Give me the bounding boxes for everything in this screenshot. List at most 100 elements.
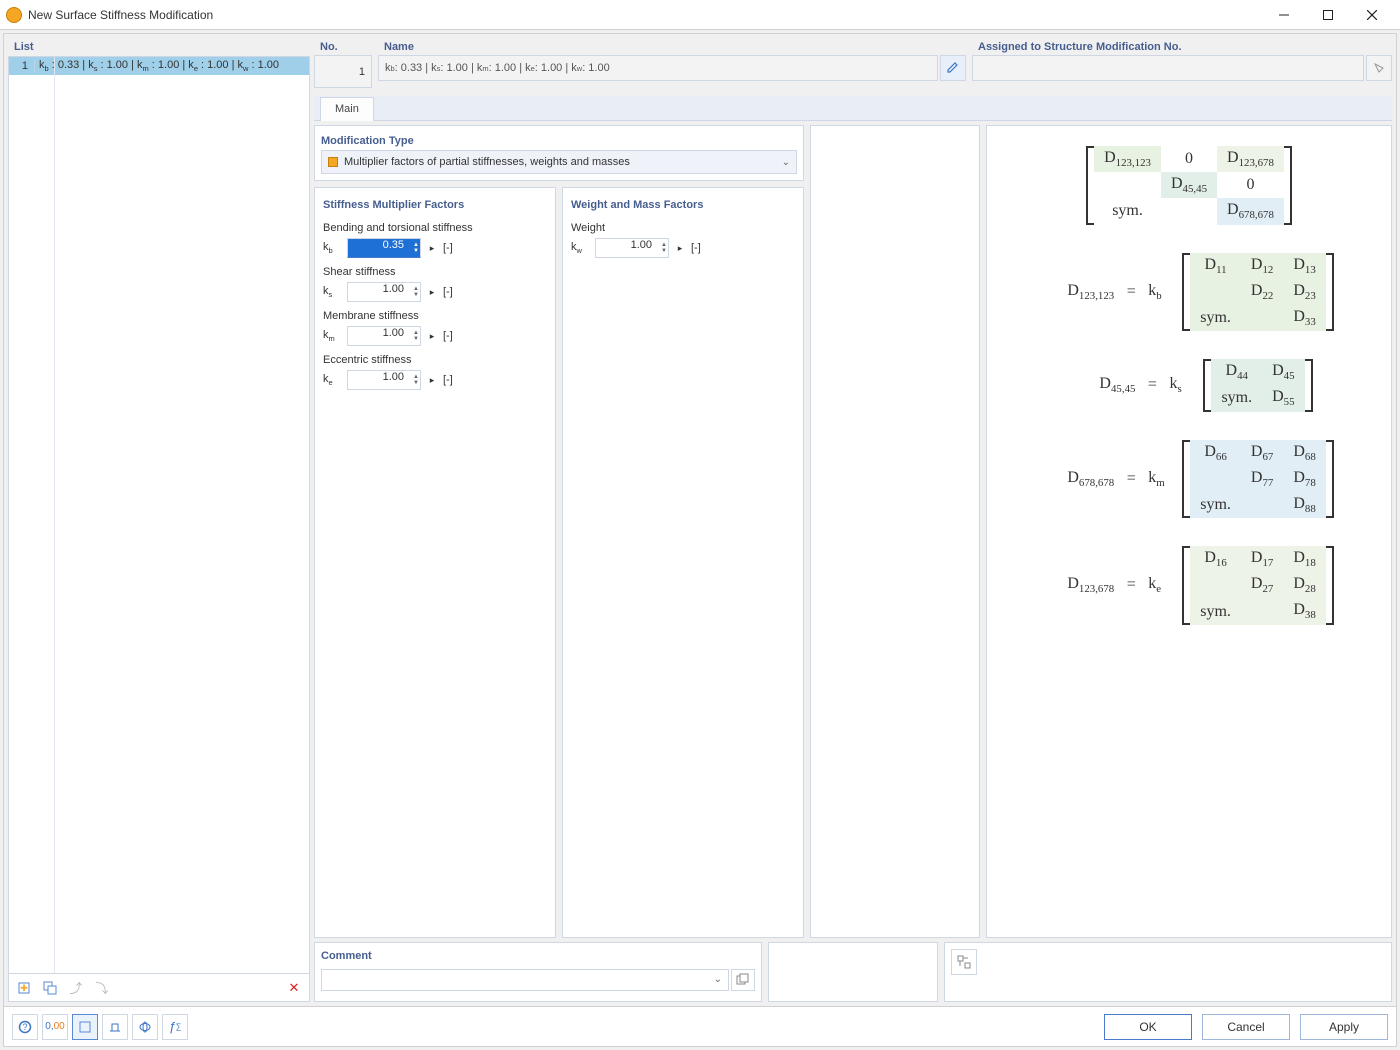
new-item-button[interactable]: ✚ (13, 977, 35, 999)
chevron-down-icon: ⌄ (714, 974, 722, 985)
view-mode-icon-3 (138, 1020, 152, 1034)
tab-main[interactable]: Main (320, 97, 374, 121)
km-spinner[interactable]: ▲▼ (407, 327, 419, 345)
copy-item-icon (43, 981, 57, 995)
modification-type-value: Multiplier factors of partial stiffnesse… (344, 156, 630, 168)
name-box: Name kb : 0.33 | ks : 1.00 | km : 1.00 |… (378, 38, 966, 88)
ks-spinner[interactable]: ▲▼ (407, 283, 419, 301)
minimize-icon (1279, 10, 1289, 20)
ks-unit: [-] (443, 286, 453, 298)
apply-button[interactable]: Apply (1300, 1014, 1388, 1040)
toolbar-button-3: ⤴ (65, 977, 87, 999)
ke-menu-button[interactable]: ▸ (425, 370, 439, 390)
matrix-ke: D123,678=ke D16D17D18 D27D28 sym.D38 (1044, 546, 1334, 625)
comment-header: Comment (321, 947, 755, 965)
km-input[interactable]: 1.00▲▼ (347, 326, 421, 346)
copy-item-button[interactable] (39, 977, 61, 999)
preview-toolbar-panel (944, 942, 1392, 1002)
view-mode-button-2[interactable] (102, 1014, 128, 1040)
assigned-field[interactable] (972, 55, 1364, 81)
no-field[interactable]: 1 (314, 55, 372, 88)
list-toolbar: ✚ ⤴ ⤵ ✕ (8, 974, 310, 1002)
ok-button[interactable]: OK (1104, 1014, 1192, 1040)
kb-menu-button[interactable]: ▸ (425, 238, 439, 258)
cancel-button[interactable]: Cancel (1202, 1014, 1290, 1040)
edit-name-button[interactable] (940, 55, 966, 81)
chevron-down-icon: ⌄ (782, 157, 790, 168)
ks-value: 1.00 (383, 283, 404, 295)
comment-library-button[interactable] (731, 969, 755, 991)
weight-factors-header: Weight and Mass Factors (571, 196, 795, 214)
help-icon: ? (18, 1020, 32, 1034)
ks-input[interactable]: 1.00▲▼ (347, 282, 421, 302)
middle-spacer-panel (810, 125, 980, 938)
name-field[interactable]: kb : 0.33 | ks : 1.00 | km : 1.00 | ke :… (378, 55, 938, 81)
header-row: No. 1 Name kb : 0.33 | ks : 1.00 | km : … (314, 38, 1392, 88)
preview-settings-icon (956, 954, 972, 970)
matrix-km: D678,678=km D66D67D68 D77D78 sym.D88 (1044, 440, 1334, 519)
kb-value: 0.35 (383, 239, 404, 251)
main-area: List 1 kb : 0.33 | ks : 1.00 | km : 1.00… (4, 34, 1396, 1006)
weight-label: Weight (571, 222, 795, 234)
kw-spinner[interactable]: ▲▼ (655, 239, 667, 257)
toolbar-button-4: ⤵ (91, 977, 113, 999)
ke-symbol: ke (323, 373, 343, 387)
view-mode-button-1[interactable] (72, 1014, 98, 1040)
list-item-no: 1 (9, 60, 35, 72)
maximize-icon (1323, 10, 1333, 20)
matrix-kb: D123,123=kb D11D12D13 D22D23 sym.D33 (1044, 253, 1334, 332)
ke-input[interactable]: 1.00▲▼ (347, 370, 421, 390)
units-button[interactable]: 0,00 (42, 1014, 68, 1040)
titlebar: New Surface Stiffness Modification (0, 0, 1400, 30)
kw-unit: [-] (691, 242, 701, 254)
kw-menu-button[interactable]: ▸ (673, 238, 687, 258)
kb-input[interactable]: 0.35▲▼ (347, 238, 421, 258)
kw-symbol: kw (571, 241, 591, 255)
script-button[interactable]: ƒ∑ (162, 1014, 188, 1040)
kw-value: 1.00 (631, 239, 652, 251)
delete-item-button[interactable]: ✕ (283, 977, 305, 999)
library-icon (736, 973, 750, 987)
view-mode-icon-2 (108, 1020, 122, 1034)
km-menu-button[interactable]: ▸ (425, 326, 439, 346)
no-box: No. 1 (314, 38, 372, 88)
matrix-ks: D45,45=ks D44D45 sym.D55 (1065, 359, 1312, 411)
bending-label: Bending and torsional stiffness (323, 222, 547, 234)
ks-menu-button[interactable]: ▸ (425, 282, 439, 302)
new-item-icon: ✚ (17, 981, 31, 995)
pick-icon (1372, 61, 1386, 75)
km-unit: [-] (443, 330, 453, 342)
left-form-column: Modification Type Multiplier factors of … (314, 125, 804, 938)
factors-row: Stiffness Multiplier Factors Bending and… (314, 187, 804, 938)
eccentric-label: Eccentric stiffness (323, 354, 547, 366)
membrane-label: Membrane stiffness (323, 310, 547, 322)
kw-input[interactable]: 1.00▲▼ (595, 238, 669, 258)
svg-text:?: ? (22, 1022, 27, 1032)
list-header: List (8, 38, 310, 56)
modification-type-header: Modification Type (321, 132, 797, 150)
kb-unit: [-] (443, 242, 453, 254)
stiffness-factors-panel: Stiffness Multiplier Factors Bending and… (314, 187, 556, 938)
list-body[interactable]: 1 kb : 0.33 | ks : 1.00 | km : 1.00 | ke… (8, 56, 310, 974)
view-mode-button-3[interactable] (132, 1014, 158, 1040)
minimize-button[interactable] (1262, 1, 1306, 29)
kb-spinner[interactable]: ▲▼ (407, 239, 419, 257)
bottom-bar: ? 0,00 ƒ∑ OK Cancel Apply (4, 1006, 1396, 1046)
preview-settings-button[interactable] (951, 949, 977, 975)
assigned-pick-button[interactable] (1366, 55, 1392, 81)
km-value: 1.00 (383, 327, 404, 339)
ke-spinner[interactable]: ▲▼ (407, 371, 419, 389)
modification-type-dropdown[interactable]: Multiplier factors of partial stiffnesse… (321, 150, 797, 174)
tabs-row: Main (314, 96, 1392, 121)
close-button[interactable] (1350, 1, 1394, 29)
list-item-text: kb : 0.33 | ks : 1.00 | km : 1.00 | ke :… (35, 59, 279, 73)
maximize-button[interactable] (1306, 1, 1350, 29)
svg-text:✚: ✚ (20, 983, 28, 993)
comment-spacer-panel (768, 942, 938, 1002)
list-column-separator (54, 57, 55, 973)
comment-combo[interactable]: ⌄ (321, 969, 729, 991)
modification-type-box: Modification Type Multiplier factors of … (314, 125, 804, 181)
no-header: No. (314, 38, 372, 55)
help-button[interactable]: ? (12, 1014, 38, 1040)
km-symbol: km (323, 329, 343, 343)
